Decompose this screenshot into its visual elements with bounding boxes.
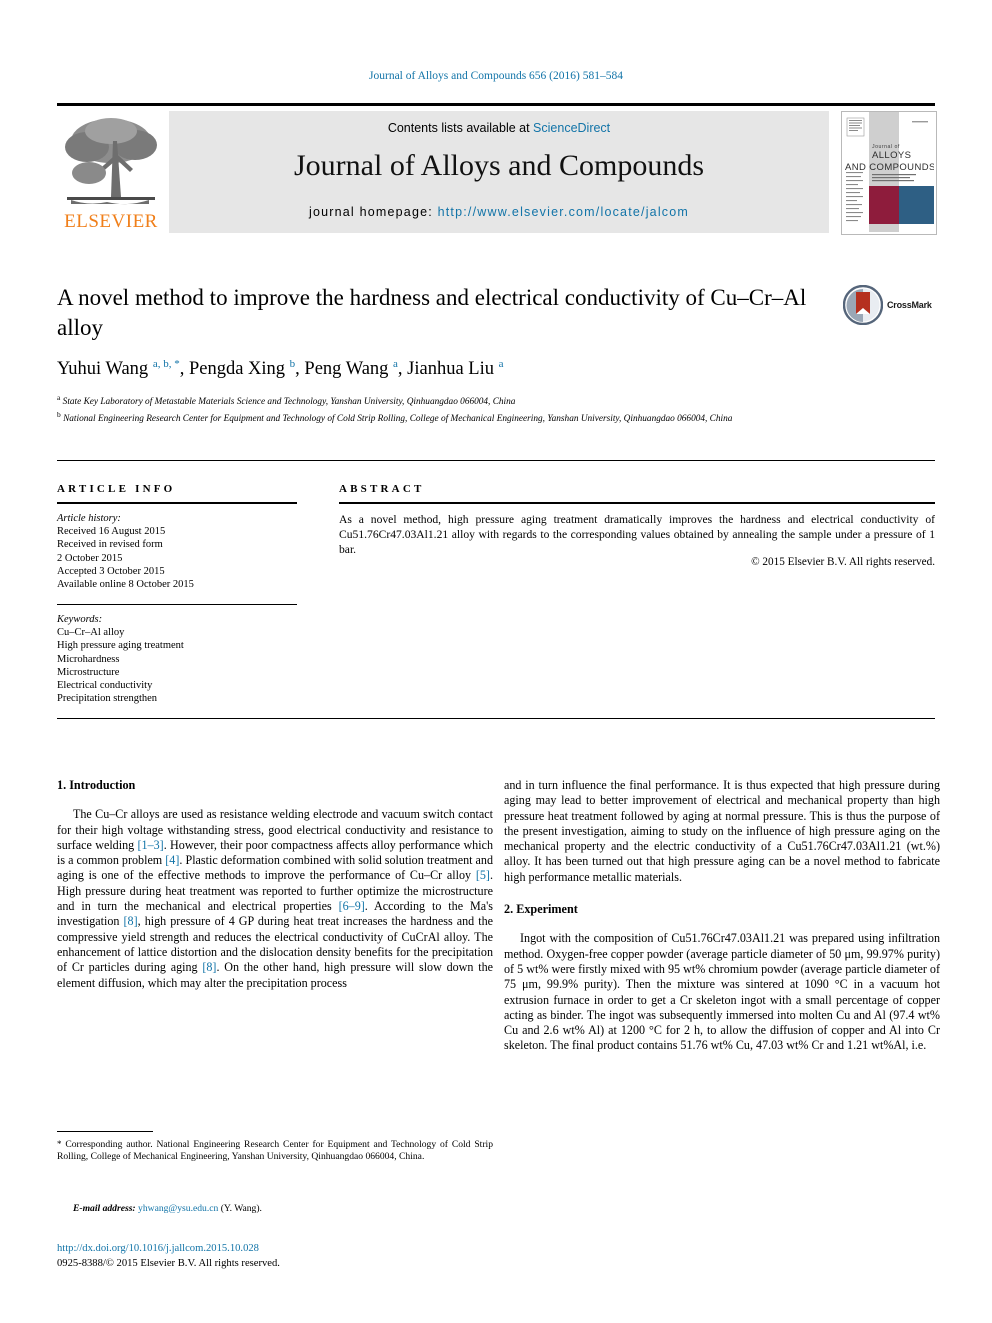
history-line: 2 October 2015: [57, 552, 123, 564]
elsevier-logo[interactable]: ELSEVIER: [57, 111, 165, 233]
elsevier-wordmark: ELSEVIER: [64, 211, 158, 232]
journal-cover-thumbnail[interactable]: Journal of ALLOYS AND COMPOUNDS: [841, 111, 937, 235]
cover-artwork: Journal of ALLOYS AND COMPOUNDS: [842, 112, 935, 232]
affiliation-b: b National Engineering Research Center f…: [57, 409, 733, 424]
keyword-item: Electrical conductivity: [57, 680, 153, 692]
infobox-top-rule: [57, 460, 935, 461]
corresponding-author-note: * Corresponding author. National Enginee…: [57, 1138, 493, 1163]
affiliation-a-text: State Key Laboratory of Metastable Mater…: [62, 397, 516, 408]
history-line: Received 16 August 2015: [57, 526, 166, 538]
article-history: Article history: Received 16 August 2015…: [57, 512, 297, 591]
citation-ref[interactable]: [8]: [202, 960, 216, 974]
abstract-heading: ABSTRACT: [339, 483, 425, 495]
keyword-item: Microhardness: [57, 653, 120, 665]
crossmark-label: CrossMark: [887, 300, 932, 310]
keyword-item: Microstructure: [57, 666, 120, 678]
keyword-item: High pressure aging treatment: [57, 640, 184, 652]
intro-paragraph: The Cu–Cr alloys are used as resistance …: [57, 807, 493, 991]
homepage-prefix: journal homepage:: [308, 205, 438, 219]
keyword-item: Precipitation strengthen: [57, 693, 158, 705]
corresponding-author-text: Corresponding author. National Engineeri…: [57, 1139, 493, 1163]
history-line: Received in revised form: [57, 539, 163, 551]
journal-masthead: ELSEVIER Contents lists available at Sci…: [57, 103, 937, 236]
intro-paragraph-continued: and in turn influence the final performa…: [504, 778, 940, 884]
citation-ref[interactable]: [4]: [165, 853, 179, 867]
email-link[interactable]: yhwang@ysu.edu.cn: [138, 1203, 218, 1214]
history-line: Available online 8 October 2015: [57, 579, 194, 591]
page-title: A novel method to improve the hardness a…: [57, 285, 807, 340]
affiliation-a: a State Key Laboratory of Metastable Mat…: [57, 393, 516, 408]
citation-ref[interactable]: [5]: [476, 868, 490, 882]
journal-title: Journal of Alloys and Compounds: [294, 149, 704, 182]
article-first-page: Journal of Alloys and Compounds 656 (201…: [0, 0, 992, 1323]
body-column-left: 1. Introduction The Cu–Cr alloys are use…: [57, 778, 493, 991]
infobox-bottom-rule: [57, 718, 935, 719]
experiment-paragraph: Ingot with the composition of Cu51.76Cr4…: [504, 931, 940, 1053]
homepage-url-link[interactable]: http://www.elsevier.com/locate/jalcom: [438, 205, 689, 219]
section-heading-experiment: 2. Experiment: [504, 902, 578, 917]
citation-ref[interactable]: [8]: [124, 914, 138, 928]
section-heading-introduction: 1. Introduction: [57, 778, 136, 792]
citation-ref[interactable]: [6–9]: [339, 899, 365, 913]
article-info-heading: ARTICLE INFO: [57, 483, 176, 495]
keywords-label: Keywords:: [57, 614, 103, 625]
article-info-rule: [57, 502, 297, 504]
abstract-text: As a novel method, high pressure aging t…: [339, 513, 935, 557]
issn-copyright: 0925-8388/© 2015 Elsevier B.V. All right…: [57, 1258, 280, 1269]
body-column-right: and in turn influence the final performa…: [504, 778, 940, 1054]
title-area: A novel method to improve the hardness a…: [57, 283, 935, 343]
author-list: Yuhui Wang a, b, *, Pengda Xing b, Peng …: [57, 358, 504, 380]
contents-available-line: Contents lists available at ScienceDirec…: [169, 121, 829, 135]
contents-prefix: Contents lists available at: [387, 121, 534, 135]
email-line: E-mail address: yhwang@ysu.edu.cn (Y. Wa…: [57, 1203, 493, 1214]
elsevier-tree-icon: [65, 118, 157, 205]
crossmark-icon: [842, 284, 884, 326]
masthead-top-rule: [57, 103, 935, 106]
email-label: E-mail address:: [73, 1203, 136, 1214]
running-head: Journal of Alloys and Compounds 656 (201…: [369, 70, 623, 82]
history-line: Accepted 3 October 2015: [57, 565, 165, 577]
masthead-grey-band: Contents lists available at ScienceDirec…: [169, 111, 829, 233]
keywords-list: Keywords: Cu–Cr–Al alloy High pressure a…: [57, 613, 297, 705]
footnote-rule: [57, 1131, 153, 1132]
doi-link[interactable]: http://dx.doi.org/10.1016/j.jallcom.2015…: [57, 1243, 259, 1254]
article-history-label: Article history:: [57, 513, 121, 524]
keywords-divider-rule: [57, 604, 297, 605]
abstract-copyright: © 2015 Elsevier B.V. All rights reserved…: [751, 556, 935, 568]
citation-ref[interactable]: [1–3]: [138, 838, 164, 852]
svg-text:AND COMPOUNDS: AND COMPOUNDS: [845, 162, 934, 173]
keyword-item: Cu–Cr–Al alloy: [57, 627, 125, 639]
affiliation-b-text: National Engineering Research Center for…: [63, 413, 733, 424]
email-suffix: (Y. Wang).: [218, 1203, 262, 1214]
svg-text:ALLOYS: ALLOYS: [872, 150, 911, 161]
affiliations: a State Key Laboratory of Metastable Mat…: [57, 392, 857, 425]
journal-homepage-line: journal homepage: http://www.elsevier.co…: [169, 205, 829, 219]
crossmark-badge[interactable]: CrossMark: [842, 284, 935, 331]
abstract-rule: [339, 502, 935, 504]
sciencedirect-link[interactable]: ScienceDirect: [533, 121, 610, 135]
